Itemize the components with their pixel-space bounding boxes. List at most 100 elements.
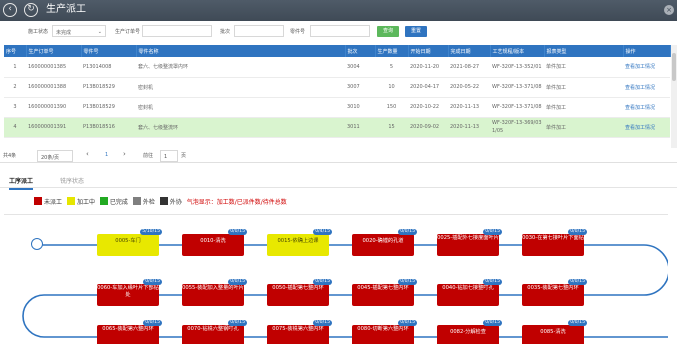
col-header[interactable]: 生产订单号 (26, 45, 82, 57)
process-node[interactable]: 0055-装配加入整量的叶片 0/0/15 (182, 279, 247, 306)
col-header[interactable]: 操作 (623, 45, 671, 57)
current-page[interactable]: 1 (105, 152, 108, 158)
cell-type: 单件加工 (544, 77, 623, 98)
order-label: 生产订单号 (115, 29, 141, 35)
cell-part-no: P13014008 (81, 57, 136, 78)
reset-button[interactable]: 重置 (405, 26, 427, 37)
process-node[interactable]: 0070-钻铣六整钢叮孔 0/0/15 (182, 320, 247, 344)
process-node[interactable]: 0075-装铣第六整内环 0/0/15 (267, 320, 332, 344)
node-count-bubble: 0/0/15 (568, 279, 587, 285)
part-input[interactable] (310, 25, 370, 37)
close-icon[interactable]: × (664, 5, 674, 15)
col-header[interactable]: 工艺规程/版本 (490, 45, 545, 57)
order-input[interactable] (142, 25, 212, 37)
cell-end: 2020-11-13 (448, 97, 490, 118)
col-header[interactable]: 报表类型 (544, 45, 624, 57)
tab-bar: 工序派工 铣序状态 (0, 172, 677, 190)
next-page-button[interactable]: › (123, 150, 126, 158)
process-node[interactable]: 0045-插配第七整内环 0/0/15 (352, 279, 417, 306)
cell-part-name: 套六、七级整流罩内环 (136, 57, 345, 78)
legend-label: 外协 (169, 199, 182, 206)
process-node[interactable]: 0015-依确上边课 0/4/15 (267, 229, 332, 256)
batch-input[interactable] (234, 25, 284, 37)
process-node[interactable]: 0080-切断第六整内环 0/0/15 (352, 320, 417, 344)
cell-process: WF-320F-13-352/01 (490, 57, 544, 78)
node-label: 0030-在第七接叶片下面钻 (522, 235, 584, 241)
node-count-bubble: 0/0/15 (228, 320, 247, 326)
view-progress-link[interactable]: 查看加工情况 (623, 57, 670, 78)
tab-dispatch[interactable]: 工序派工 (9, 176, 34, 190)
legend-swatch (99, 197, 108, 205)
view-progress-link[interactable]: 查看加工情况 (623, 117, 670, 138)
process-node[interactable]: 0010-清洗 0/0/15 (182, 229, 247, 256)
cell-index: 2 (4, 77, 26, 98)
table-scrollbar[interactable] (671, 45, 677, 148)
cell-index: 1 (4, 57, 26, 78)
process-node[interactable]: 0025-插配外七接度面叶片 0/0/15 (437, 229, 502, 256)
cell-order: 160000001385 (26, 57, 81, 78)
page-size-select[interactable]: 20条/页 (37, 150, 73, 162)
col-header[interactable]: 开始日期 (408, 45, 449, 57)
node-label: 0085-清洗 (540, 329, 566, 335)
table-row[interactable]: 2 160000001388 P13B018529 密封机 3007 10 20… (4, 77, 670, 98)
col-header[interactable]: 零件名称 (136, 45, 346, 57)
node-label: 0075-装铣第六整内环 (272, 326, 324, 332)
scroll-thumb[interactable] (672, 53, 676, 81)
process-node[interactable]: 0040-钻加七接整叮孔 0/0/15 (437, 279, 502, 306)
cell-qty: 5 (375, 57, 408, 78)
col-header[interactable]: 序号 (4, 45, 27, 57)
cell-part-no: P13B018529 (81, 77, 136, 98)
node-count-bubble: 0/0/15 (398, 229, 417, 235)
table-header-row: 序号 生产订单号 零件号 零件名称 批次 生产数量 开始日期 完成日期 工艺规程… (4, 45, 671, 57)
node-count-bubble: 5/10/15 (140, 229, 162, 235)
col-header[interactable]: 批次 (345, 45, 376, 57)
process-node[interactable]: 0020-确镗的孔道 0/0/15 (352, 229, 417, 256)
view-progress-link[interactable]: 查看加工情况 (623, 77, 670, 98)
goto-input[interactable]: 1 (160, 150, 178, 162)
node-count-bubble: 0/0/15 (398, 320, 417, 326)
refresh-icon[interactable]: ↻ (24, 3, 38, 17)
col-header[interactable]: 生产数量 (375, 45, 409, 57)
process-node[interactable]: 0060-车加入缘叶片下部钻处 0/0/15 (97, 279, 162, 306)
batch-label: 批次 (220, 29, 231, 35)
title-bar: ‹ ↻ 生产派工 × (0, 0, 677, 21)
legend-swatch (34, 197, 42, 205)
node-count-bubble: 0/0/15 (398, 279, 417, 285)
process-node[interactable]: 0065-装配第六整内环 0/0/15 (97, 320, 162, 344)
col-header[interactable]: 完成日期 (448, 45, 491, 57)
cell-qty: 10 (375, 77, 408, 98)
order-table: 序号 生产订单号 零件号 零件名称 批次 生产数量 开始日期 完成日期 工艺规程… (4, 45, 671, 138)
view-progress-link[interactable]: 查看加工情况 (623, 97, 670, 118)
back-icon[interactable]: ‹ (3, 3, 17, 17)
node-count-bubble: 0/0/15 (483, 229, 502, 235)
cell-order: 160000001388 (26, 77, 81, 98)
table-row[interactable]: 3 160000001390 P13B018529 密封机 3010 150 2… (4, 97, 670, 118)
node-count-bubble: 0/0/15 (228, 279, 247, 285)
process-node[interactable]: 0085-清洗 0/0/15 (522, 320, 587, 344)
cell-order: 160000001391 (26, 117, 81, 138)
search-button[interactable]: 查询 (377, 26, 399, 37)
status-select[interactable]: 未完成 ⌄ (52, 25, 106, 37)
tab-status[interactable]: 铣序状态 (60, 176, 84, 185)
node-label: 0020-确镗的孔道 (362, 238, 404, 244)
cell-batch: 3004 (345, 57, 375, 78)
process-node[interactable]: 0005-车门 5/10/15 (97, 229, 162, 256)
pagination: 共4条 20条/页 ‹ 1 › 前往 1 页 (0, 149, 677, 163)
cell-start: 2020-10-22 (408, 97, 448, 118)
node-count-bubble: 0/0/15 (228, 229, 247, 235)
col-header[interactable]: 零件号 (81, 45, 137, 57)
node-count-bubble: 0/0/15 (313, 279, 332, 285)
cell-index: 3 (4, 97, 26, 118)
process-node[interactable]: 0035-装配第七整内环 0/0/15 (522, 279, 587, 306)
goto-value: 1 (164, 154, 168, 160)
prev-page-button[interactable]: ‹ (86, 150, 89, 158)
cell-type: 单件加工 (544, 97, 623, 118)
node-label: 0045-插配第七整内环 (357, 285, 409, 291)
node-label: 0065-装配第六整内环 (102, 326, 154, 332)
process-node[interactable]: 0082-分解检查 0/0/15 (437, 320, 502, 344)
legend-label: 加工中 (76, 199, 95, 206)
table-row-selected[interactable]: 4 160000001391 P13B018516 套六、七级整流环 3011 … (4, 117, 670, 138)
process-node[interactable]: 0030-在第七接叶片下面钻 0/0/15 (522, 229, 587, 256)
table-row[interactable]: 1 160000001385 P13014008 套六、七级整流罩内环 3004… (4, 57, 670, 78)
process-node[interactable]: 0050-插配第七整内环 0/0/15 (267, 279, 332, 306)
